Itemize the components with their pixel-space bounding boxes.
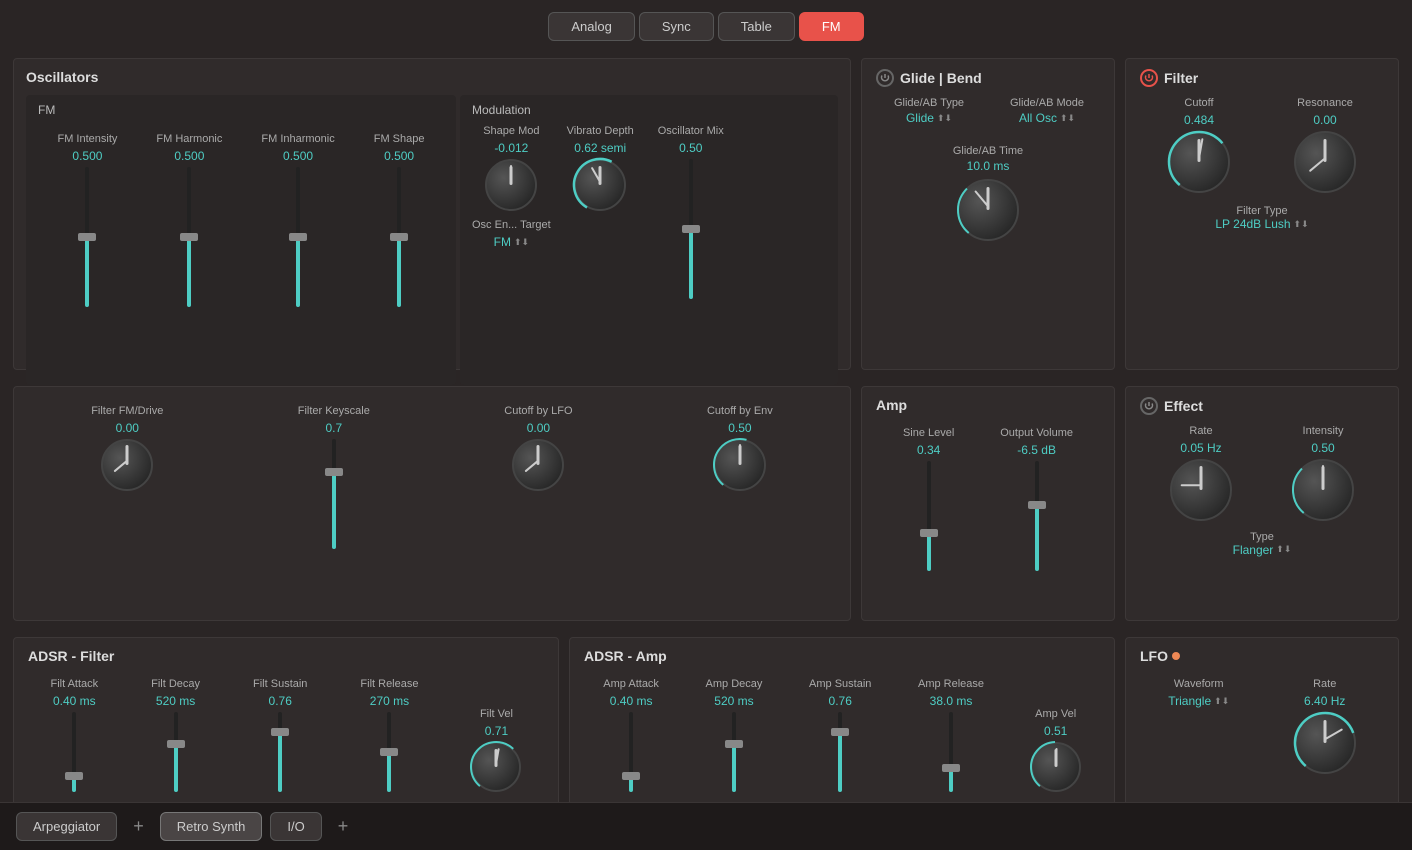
cutoff-lfo-knob[interactable]: Cutoff by LFO 0.00 xyxy=(504,405,572,491)
glide-panel: Glide | Bend Glide/AB Type Glide ⬆⬇ Glid… xyxy=(861,58,1115,370)
vibrato-depth-knob[interactable]: Vibrato Depth 0.62 semi xyxy=(567,125,634,211)
glide-power-btn[interactable] xyxy=(876,69,894,87)
fm-inharmonic-fader[interactable]: FM Inharmonic 0.500 xyxy=(261,133,334,307)
cutoff-env-knob[interactable]: Cutoff by Env 0.50 xyxy=(707,405,773,491)
amp-sustain-fader[interactable]: Amp Sustain 0.76 xyxy=(809,678,871,792)
lfo-waveform-select[interactable]: Triangle ⬆⬇ xyxy=(1168,694,1229,708)
arpeggiator-btn[interactable]: Arpeggiator xyxy=(16,812,117,841)
filter-keyscale-fader[interactable]: Filter Keyscale 0.7 xyxy=(298,405,370,549)
add-btn-left[interactable]: + xyxy=(125,812,152,841)
retro-synth-btn[interactable]: Retro Synth xyxy=(160,812,263,841)
amp-vel-knob[interactable]: Amp Vel 0.51 xyxy=(1031,708,1081,792)
amp-inner: Sine Level 0.34 Output Volume -6.5 dB xyxy=(876,423,1100,575)
glide-header: Glide | Bend xyxy=(876,69,1100,87)
filter-controls-inner: Filter FM/Drive 0.00 Filter Keyscale 0.7 xyxy=(28,397,836,557)
io-btn[interactable]: I/O xyxy=(270,812,321,841)
glide-ab-time: Glide/AB Time 10.0 ms xyxy=(876,145,1100,241)
glide-time-knob[interactable] xyxy=(957,179,1019,241)
lfo-inner: Waveform Triangle ⬆⬇ Rate 6.40 Hz xyxy=(1140,674,1384,778)
oscillators-panel: Oscillators FM FM Intensity 0.500 xyxy=(13,58,851,370)
effect-intensity-knob[interactable]: Intensity 0.50 xyxy=(1292,425,1354,521)
tab-bar: Analog Sync Table FM xyxy=(0,0,1412,51)
bottom-bar: Arpeggiator + Retro Synth I/O + xyxy=(0,802,1412,850)
lfo-title: LFO xyxy=(1140,648,1168,664)
modulation-label: Modulation xyxy=(472,103,826,117)
filter-controls-panel: Filter FM/Drive 0.00 Filter Keyscale 0.7 xyxy=(13,386,851,622)
modulation-subpanel: Modulation Shape Mod -0.012 xyxy=(460,95,838,385)
effect-knobs-row: Rate 0.05 Hz Intensity xyxy=(1140,425,1384,521)
row1: Oscillators FM FM Intensity 0.500 xyxy=(10,51,1402,377)
filter-power-btn[interactable] xyxy=(1140,69,1158,87)
lfo-rate-knob[interactable]: Rate 6.40 Hz xyxy=(1294,678,1356,774)
glide-title: Glide | Bend xyxy=(900,70,982,86)
fm-shape-fader[interactable]: FM Shape 0.500 xyxy=(374,133,425,307)
row2: Filter FM/Drive 0.00 Filter Keyscale 0.7 xyxy=(10,379,1402,629)
cutoff-knob[interactable]: Cutoff 0.484 xyxy=(1168,97,1230,193)
adsr-filter-faders: Filt Attack 0.40 ms Filt Decay 520 ms xyxy=(28,674,544,796)
filter-type-select[interactable]: LP 24dB Lush ⬆⬇ xyxy=(1140,217,1384,231)
lfo-header: LFO xyxy=(1140,648,1384,664)
lfo-active-dot xyxy=(1172,652,1180,660)
filt-release-fader[interactable]: Filt Release 270 ms xyxy=(360,678,418,792)
oscillators-title: Oscillators xyxy=(26,69,838,85)
resonance-knob[interactable]: Resonance 0.00 xyxy=(1294,97,1356,193)
add-btn-right[interactable]: + xyxy=(330,812,357,841)
glide-ab-mode: Glide/AB Mode All Osc ⬆⬇ xyxy=(994,97,1100,125)
filt-vel-knob[interactable]: Filt Vel 0.71 xyxy=(471,708,521,792)
adsr-amp-faders: Amp Attack 0.40 ms Amp Decay 520 ms xyxy=(584,674,1100,796)
amp-release-fader[interactable]: Amp Release 38.0 ms xyxy=(918,678,984,792)
tab-table[interactable]: Table xyxy=(718,12,795,41)
filter-title: Filter xyxy=(1164,70,1198,86)
glide-ab-type-select[interactable]: Glide ⬆⬇ xyxy=(906,111,952,125)
amp-panel: Amp Sine Level 0.34 Output Volume xyxy=(861,386,1115,622)
filter-panel: Filter Cutoff 0.484 xyxy=(1125,58,1399,370)
shape-mod-knob[interactable]: Shape Mod -0.012 Osc En... Target FM xyxy=(472,125,551,249)
effect-power-btn[interactable] xyxy=(1140,397,1158,415)
tab-analog[interactable]: Analog xyxy=(548,12,634,41)
fm-intensity-fader[interactable]: FM Intensity 0.500 xyxy=(57,133,117,307)
adsr-amp-title: ADSR - Amp xyxy=(584,648,1100,664)
effect-type-area: Type Flanger ⬆⬇ xyxy=(1140,531,1384,557)
app-container: Analog Sync Table FM Oscillators FM FM I… xyxy=(0,0,1412,850)
amp-attack-fader[interactable]: Amp Attack 0.40 ms xyxy=(603,678,659,792)
filt-sustain-fader[interactable]: Filt Sustain 0.76 xyxy=(253,678,307,792)
modulation-content: Shape Mod -0.012 Osc En... Target FM xyxy=(472,125,826,299)
fm-subpanel: FM FM Intensity 0.500 xyxy=(26,95,456,385)
glide-ab-mode-select[interactable]: All Osc ⬆⬇ xyxy=(1019,111,1075,125)
effect-type-select[interactable]: Flanger ⬆⬇ xyxy=(1140,543,1384,557)
effect-panel: Effect Rate 0.05 Hz xyxy=(1125,386,1399,622)
filt-attack-fader[interactable]: Filt Attack 0.40 ms xyxy=(50,678,98,792)
tab-sync[interactable]: Sync xyxy=(639,12,714,41)
fm-label: FM xyxy=(38,103,444,117)
adsr-filter-title: ADSR - Filter xyxy=(28,648,544,664)
filter-type-area: Filter Type LP 24dB Lush ⬆⬇ xyxy=(1140,205,1384,231)
tab-fm[interactable]: FM xyxy=(799,12,864,41)
effect-title: Effect xyxy=(1164,398,1203,414)
output-volume-fader[interactable]: Output Volume -6.5 dB xyxy=(1000,427,1073,571)
power-icon-effect xyxy=(1144,401,1154,411)
effect-header: Effect xyxy=(1140,397,1384,415)
fm-harmonic-fader[interactable]: FM Harmonic 0.500 xyxy=(156,133,222,307)
power-icon-filter xyxy=(1144,73,1154,83)
glide-ab-type: Glide/AB Type Glide ⬆⬇ xyxy=(876,97,982,125)
panels-area: Oscillators FM FM Intensity 0.500 xyxy=(0,51,1412,850)
sine-level-fader[interactable]: Sine Level 0.34 xyxy=(903,427,954,571)
filter-fm-drive[interactable]: Filter FM/Drive 0.00 xyxy=(91,405,163,491)
glide-grid: Glide/AB Type Glide ⬆⬇ Glide/AB Mode All… xyxy=(876,97,1100,241)
filter-header: Filter xyxy=(1140,69,1384,87)
power-icon xyxy=(880,73,890,83)
osc-mix-fader[interactable]: Oscillator Mix 0.50 xyxy=(658,125,724,299)
effect-rate-knob[interactable]: Rate 0.05 Hz xyxy=(1170,425,1232,521)
filter-knobs-row: Cutoff 0.484 Resonance xyxy=(1140,97,1384,193)
lfo-waveform[interactable]: Waveform Triangle ⬆⬇ xyxy=(1168,678,1229,708)
oscillators-inner: FM FM Intensity 0.500 xyxy=(26,95,838,385)
fm-faders: FM Intensity 0.500 FM Harmonic 0.50 xyxy=(38,125,444,315)
filt-decay-fader[interactable]: Filt Decay 520 ms xyxy=(151,678,200,792)
amp-title: Amp xyxy=(876,397,1100,413)
amp-decay-fader[interactable]: Amp Decay 520 ms xyxy=(706,678,763,792)
